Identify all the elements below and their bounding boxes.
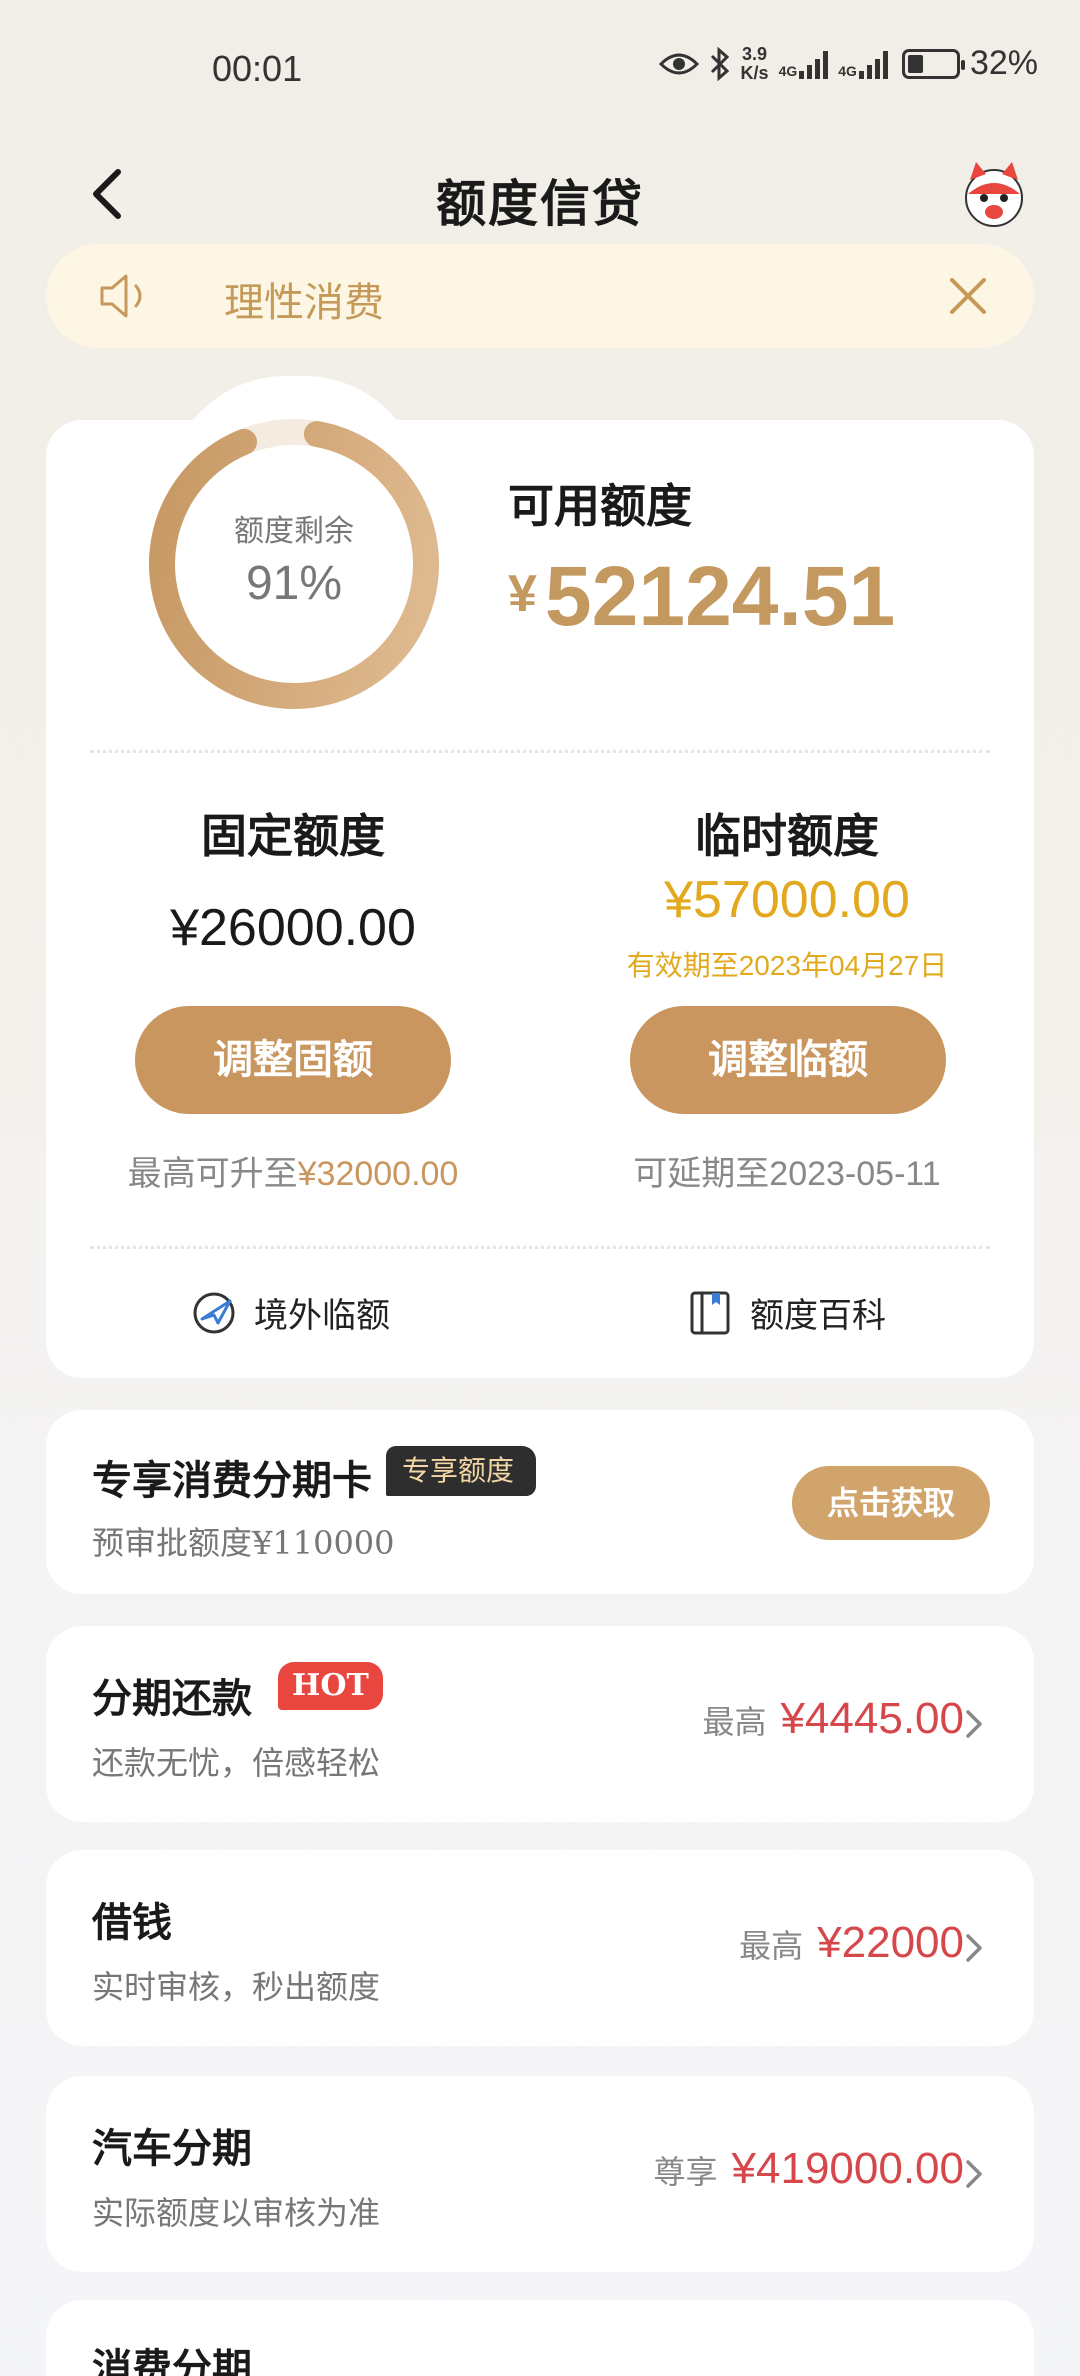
chevron-right-icon (966, 2160, 982, 2188)
notice-text: 理性消费 (224, 280, 384, 326)
product-row-consumer-installment[interactable]: 消费分期 (46, 2300, 1034, 2376)
product-title: 消费分期 (92, 2345, 252, 2376)
close-icon[interactable] (938, 266, 998, 326)
book-icon (690, 1291, 730, 1334)
product-subtitle: 还款无忧，倍感轻松 (92, 1744, 381, 1782)
exclusive-card[interactable]: 专享消费分期卡 专享额度 预审批额度¥110000 点击获取 (46, 1410, 1034, 1594)
page-title: 额度信贷 (436, 174, 644, 233)
chevron-right-icon (966, 1934, 982, 1962)
exclusive-tag: 专享额度 (386, 1446, 537, 1496)
plane-icon (193, 1292, 235, 1333)
adjust-fixed-button[interactable]: 调整固额 (135, 1006, 451, 1114)
hot-badge: HOT (278, 1662, 383, 1710)
exclusive-title: 专享消费分期卡 (92, 1457, 372, 1504)
product-title: 借钱 (92, 1899, 172, 1946)
temp-valid-date: 有效期至2023年04月27日 (626, 950, 948, 981)
product-row-borrow[interactable]: 借钱 实时审核，秒出额度 最高 ¥22000 (46, 1850, 1034, 2046)
status-time: 00:01 (212, 48, 303, 89)
ring-percent: 91% (245, 557, 343, 610)
product-subtitle: 实际额度以审核为准 (92, 2194, 381, 2232)
product-title: 汽车分期 (92, 2125, 252, 2172)
status-bar: 00:01 3.9 K/s 4G 4G 32% (0, 0, 1080, 130)
exclusive-subtitle: 预审批额度¥110000 (92, 1524, 395, 1562)
fixed-note: 最高可升至¥32000.00 (127, 1155, 459, 1193)
available-amount: ¥52124.51 (508, 549, 896, 643)
eye-icon (658, 53, 699, 74)
product-limit: 尊享 ¥419000.00 (653, 2144, 964, 2193)
overseas-quota-label: 境外临额 (254, 1296, 390, 1336)
status-icons: 3.9 K/s 4G 4G 32% (658, 43, 1038, 83)
fixed-amount: ¥26000.00 (170, 899, 416, 957)
product-row-car-installment[interactable]: 汽车分期 实际额度以审核为准 尊享 ¥419000.00 (46, 2076, 1034, 2272)
mascot-icon[interactable] (958, 158, 1030, 230)
available-label: 可用额度 (508, 479, 692, 533)
notice-bar[interactable]: 理性消费 (46, 244, 1034, 348)
divider (90, 750, 990, 753)
product-row-installment-repay[interactable]: 分期还款 HOT 还款无忧，倍感轻松 最高 ¥4445.00 (46, 1626, 1034, 1822)
signal-1: 4G (779, 49, 829, 79)
adjust-temp-button[interactable]: 调整临额 (630, 1006, 946, 1114)
product-limit: 最高 ¥22000 (739, 1918, 964, 1967)
product-limit: 最高 ¥4445.00 (702, 1694, 964, 1743)
signal-bars-icon (799, 49, 829, 79)
net-speed: 3.9 K/s (740, 43, 769, 83)
chevron-right-icon (966, 1710, 982, 1738)
temp-amount: ¥57000.00 (664, 871, 910, 929)
temp-title: 临时额度 (695, 809, 879, 863)
temp-note: 可延期至2023-05-11 (633, 1155, 941, 1193)
battery-level (907, 54, 923, 73)
bluetooth-icon (710, 46, 729, 81)
get-exclusive-button[interactable]: 点击获取 (792, 1466, 990, 1540)
header: 额度信贷 (0, 150, 1080, 240)
speaker-icon (100, 274, 142, 318)
battery-icon (901, 48, 965, 79)
signal-bars-icon (858, 49, 888, 79)
battery-percent: 32% (969, 44, 1038, 82)
product-title: 分期还款 (92, 1675, 252, 1722)
overseas-quota-link[interactable]: 境外临额 (190, 1288, 390, 1337)
ring-label: 额度剩余 (234, 514, 354, 549)
fixed-title: 固定额度 (201, 809, 385, 863)
quota-wiki-label: 额度百科 (750, 1296, 886, 1336)
signal-2: 4G (838, 49, 888, 79)
product-subtitle: 实时审核，秒出额度 (92, 1968, 381, 2006)
divider (90, 1246, 990, 1249)
quota-wiki-link[interactable]: 额度百科 (686, 1288, 886, 1337)
